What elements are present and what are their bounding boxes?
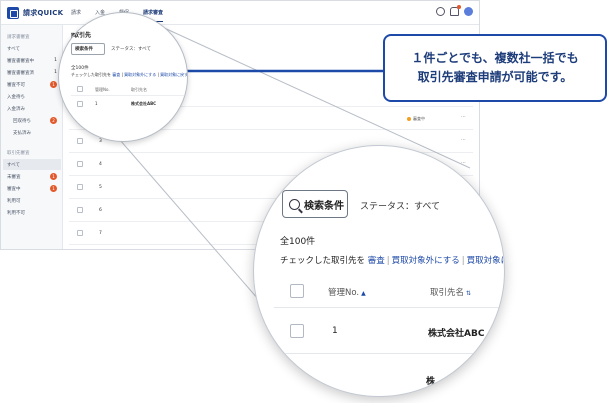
row-number: 1 — [95, 101, 98, 106]
col-number-label: 管理No. — [328, 288, 360, 298]
zoom-small-total: 全100件 — [71, 66, 89, 71]
row-name: 株式会社ABC — [131, 101, 157, 106]
sort-icon: ▲ — [361, 290, 366, 297]
sort-icon: ⇅ — [466, 290, 472, 297]
zoom-small-search-label: 検索条件 — [75, 47, 93, 52]
next-row-partial: 株 — [426, 377, 436, 387]
table-row[interactable]: 1 株式会社ABC — [274, 308, 504, 354]
bulk-review-link[interactable]: 審査 — [368, 256, 385, 266]
search-conditions-button[interactable]: 検索条件 — [282, 190, 348, 218]
search-icon — [289, 198, 300, 210]
bulk-exclude-link[interactable]: 買取対象外にする — [392, 256, 460, 266]
bulk-review-link[interactable]: 審査 — [112, 72, 120, 77]
callout-line-1: １件ごとでも、複数社一括でも — [411, 51, 579, 65]
col-number-header[interactable]: 管理No. — [95, 87, 110, 93]
total-count: 全100件 — [280, 237, 316, 247]
search-conditions-label: 検索条件 — [304, 200, 344, 212]
bulk-restore-link[interactable]: 買取対象に戻す — [467, 256, 504, 266]
zoom-small-status: ステータス：すべて — [111, 47, 152, 52]
select-all-checkbox[interactable] — [290, 284, 304, 298]
bulk-exclude-link[interactable]: 買取対象外にする — [124, 72, 156, 77]
table-header: 管理No. ▲ 取引先名 ⇅ — [274, 276, 504, 308]
bulk-actions: チェックした取引先を 審査|買取対象外にする|買取対象に戻す — [280, 254, 504, 266]
col-name-label: 取引先名 — [430, 288, 465, 298]
zoom-small-bulk-actions: チェックした取引先を 審査 | 買取対象外にする | 買取対象に戻す — [71, 72, 188, 77]
select-all-checkbox[interactable] — [77, 86, 83, 92]
zoom-small-search-button[interactable]: 検索条件 — [71, 43, 105, 55]
bulk-prefix: チェックした取引先を — [280, 256, 366, 266]
table-row[interactable]: 1 株式会社ABC — [71, 98, 187, 112]
row-checkbox[interactable] — [77, 101, 83, 107]
large-magnifier: 検索条件 ステータス：すべて 全100件 チェックした取引先を 審査 | 買取対象外… — [253, 145, 505, 397]
col-name-header[interactable]: 取引先名 ⇅ — [430, 286, 471, 298]
col-number-header[interactable]: 管理No. ▲ — [328, 286, 366, 298]
bulk-restore-link[interactable]: 買取対象に戻す — [160, 72, 187, 77]
bulk-prefix: チェックした取引先を — [71, 72, 111, 77]
zoom-small-title: 取引先 — [73, 32, 92, 39]
row-checkbox[interactable] — [290, 324, 304, 338]
callout-line-2: 取引先審査申請が可能です。 — [417, 70, 573, 84]
small-magnifier: 取引先 検索条件 ステータス：すべて 全100件 チェックした取引先を 審査 |… — [58, 12, 188, 142]
col-name-header[interactable]: 取引先名 — [131, 87, 147, 93]
row-number: 1 — [332, 326, 338, 336]
zoom-small-table-header: 管理No. 取引先名 — [71, 83, 187, 96]
status-filter-label: ステータス：すべて — [360, 202, 441, 212]
callout-box: １件ごとでも、複数社一括でも 取引先審査申請が可能です。 — [383, 34, 607, 102]
row-name: 株式会社ABC — [428, 329, 485, 339]
